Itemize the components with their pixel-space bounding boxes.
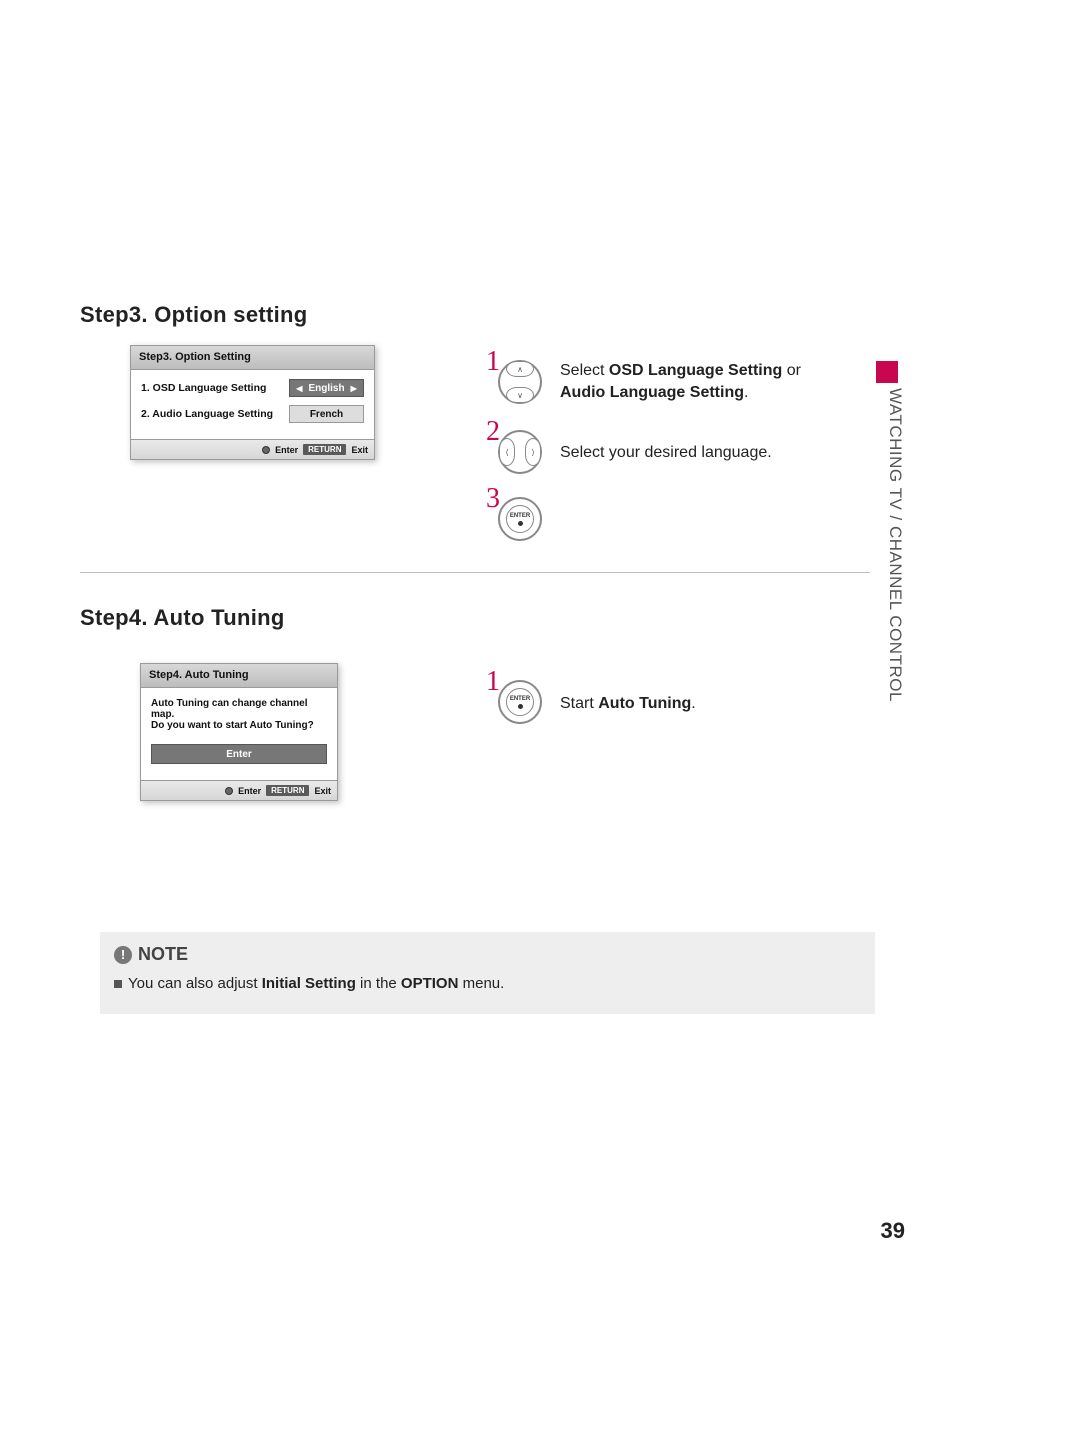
osd-language-value-text: English	[308, 383, 344, 394]
note-header: ! NOTE	[114, 944, 861, 965]
remote-leftright-button: 2 ⟨ ⟩	[498, 430, 542, 474]
osd-language-row: 1. OSD Language Setting ◀ English ▶	[141, 379, 364, 397]
remote-circle: ⟨ ⟩	[498, 430, 542, 474]
audio-language-label: 2. Audio Language Setting	[141, 408, 273, 420]
remote-enter-button: 3 ENTER	[498, 497, 542, 541]
remote-circle: ENTER	[498, 497, 542, 541]
triangle-right-icon: ▶	[351, 384, 357, 393]
text: Start	[560, 695, 598, 712]
enter-dot-icon	[518, 704, 523, 709]
dpad-left-icon: ⟨	[499, 438, 515, 466]
panel-text-line1: Auto Tuning can change channel map.	[151, 698, 327, 720]
bullet-square-icon	[114, 980, 122, 988]
text-bold: Auto Tuning	[598, 695, 691, 712]
text: menu.	[458, 975, 504, 992]
panel-footer: Enter RETURN Exit	[131, 439, 374, 459]
text: .	[744, 384, 748, 401]
step3-osd-panel: Step3. Option Setting 1. OSD Language Se…	[130, 345, 375, 460]
step-number-3: 3	[486, 483, 500, 515]
text: Select	[560, 362, 609, 379]
text: You can also adjust	[128, 975, 262, 992]
footer-return-pill: RETURN	[266, 785, 309, 796]
page-number: 39	[881, 1218, 905, 1244]
note-box: ! NOTE You can also adjust Initial Setti…	[100, 932, 875, 1014]
audio-language-value-text: French	[310, 409, 343, 420]
remote-enter-button: 1 ENTER	[498, 680, 542, 724]
panel-text-line2: Do you want to start Auto Tuning?	[151, 720, 327, 731]
remote-circle: ∧ ∨	[498, 360, 542, 404]
step4-osd-panel: Step4. Auto Tuning Auto Tuning can chang…	[140, 663, 338, 801]
text-bold: OSD Language Setting	[609, 362, 782, 379]
footer-return-pill: RETURN	[303, 444, 346, 455]
step3-instruction-1: Select OSD Language Setting or Audio Lan…	[560, 360, 801, 405]
text: .	[691, 695, 695, 712]
text-bold: Initial Setting	[262, 975, 356, 992]
footer-exit-label: Exit	[314, 786, 331, 796]
manual-page: WATCHING TV / CHANNEL CONTROL 39 Step3. …	[0, 0, 1080, 1439]
step4-instruction: Start Auto Tuning.	[560, 693, 696, 715]
triangle-left-icon: ◀	[296, 384, 302, 393]
text-bold: OPTION	[401, 975, 459, 992]
enter-button-icon: ENTER	[506, 688, 534, 716]
enter-text: ENTER	[510, 696, 530, 702]
osd-language-label: 1. OSD Language Setting	[141, 382, 266, 394]
remote-circle: ENTER	[498, 680, 542, 724]
panel-body: Auto Tuning can change channel map. Do y…	[141, 688, 337, 792]
enter-dot-icon	[225, 787, 233, 795]
audio-language-value[interactable]: French	[289, 405, 364, 423]
text-bold: Audio Language Setting	[560, 384, 744, 401]
enter-button-icon: ENTER	[506, 505, 534, 533]
panel-title: Step3. Option Setting	[131, 346, 374, 370]
dpad-right-icon: ⟩	[525, 438, 541, 466]
step3-instruction-2: Select your desired language.	[560, 442, 772, 464]
section-divider	[80, 572, 870, 573]
note-body: You can also adjust Initial Setting in t…	[114, 975, 861, 992]
footer-enter-label: Enter	[275, 445, 298, 455]
step4-heading: Step4. Auto Tuning	[80, 605, 285, 631]
dpad-up-icon: ∧	[506, 361, 534, 377]
step3-heading: Step3. Option setting	[80, 302, 308, 328]
note-title: NOTE	[138, 944, 188, 965]
section-tab-marker	[876, 361, 898, 383]
enter-button[interactable]: Enter	[151, 744, 327, 764]
text: or	[782, 362, 801, 379]
panel-footer: Enter RETURN Exit	[141, 780, 337, 800]
enter-dot-icon	[518, 521, 523, 526]
remote-updown-button: 1 ∧ ∨	[498, 360, 542, 404]
panel-title: Step4. Auto Tuning	[141, 664, 337, 688]
step-number-1: 1	[486, 666, 500, 698]
footer-enter-label: Enter	[238, 786, 261, 796]
text: in the	[356, 975, 401, 992]
step-number-1: 1	[486, 346, 500, 378]
enter-text: ENTER	[510, 513, 530, 519]
step-number-2: 2	[486, 416, 500, 448]
section-vertical-label: WATCHING TV / CHANNEL CONTROL	[885, 388, 905, 702]
audio-language-row: 2. Audio Language Setting French	[141, 405, 364, 423]
note-exclamation-icon: !	[114, 946, 132, 964]
enter-dot-icon	[262, 446, 270, 454]
osd-language-value[interactable]: ◀ English ▶	[289, 379, 364, 397]
dpad-down-icon: ∨	[506, 387, 534, 403]
footer-exit-label: Exit	[351, 445, 368, 455]
